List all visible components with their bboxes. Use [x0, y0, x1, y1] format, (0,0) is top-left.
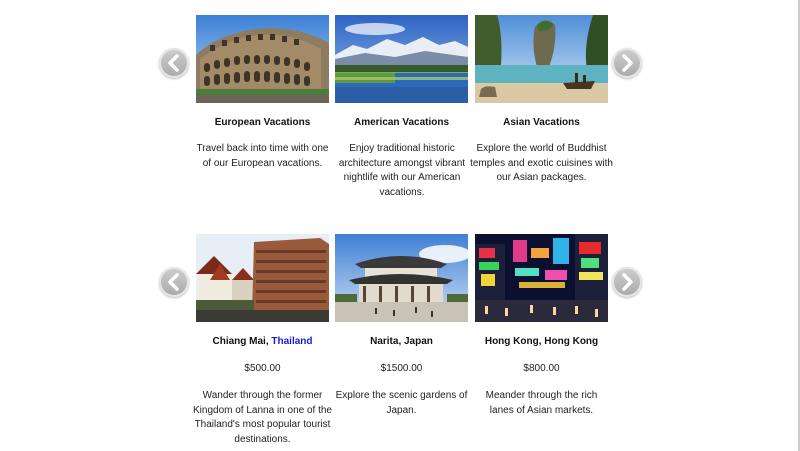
- card-description: Wander through the former Kingdom of Lan…: [193, 390, 332, 445]
- chevron-left-icon: [168, 54, 179, 72]
- chevron-right-icon: [622, 54, 633, 72]
- card-description: Explore the scenic gardens of Japan.: [335, 390, 468, 416]
- card-title: European Vacations: [214, 117, 311, 128]
- vacation-card-european: European Vacations Travel back into time…: [196, 15, 329, 171]
- card-title: Hong Kong, Hong Kong: [484, 336, 599, 347]
- japanese-temple-photo[interactable]: [335, 234, 468, 322]
- price: $1500.00: [380, 363, 423, 374]
- colosseum-photo[interactable]: [196, 15, 329, 103]
- chevron-left-icon: [168, 273, 179, 291]
- title-text: Chiang Mai,: [212, 336, 272, 347]
- limestone-islands-photo[interactable]: [475, 15, 608, 103]
- hong-kong-night-street-photo[interactable]: [475, 234, 608, 322]
- price: $500.00: [244, 363, 281, 374]
- price: $800.00: [523, 363, 560, 374]
- destination-card-chiang-mai: Chiang Mai, Thailand $500.00 Wander thro…: [193, 234, 332, 447]
- carousel-next-button[interactable]: [612, 48, 642, 78]
- vacation-card-asian: Asian Vacations Explore the world of Bud…: [470, 15, 613, 186]
- card-description: Meander through the rich lanes of Asian …: [485, 390, 598, 416]
- carousel-prev-button[interactable]: [159, 48, 189, 78]
- chiang-mai-temple-photo[interactable]: [196, 234, 329, 322]
- card-title: American Vacations: [353, 117, 450, 128]
- mountain-lake-photo[interactable]: [335, 15, 468, 103]
- thailand-link[interactable]: Thailand: [271, 336, 312, 347]
- card-title: Asian Vacations: [503, 117, 580, 128]
- card-description: Explore the world of Buddhist temples an…: [470, 143, 613, 184]
- card-description: Enjoy traditional historic architecture …: [338, 143, 466, 198]
- card-title: Chiang Mai, Thailand: [196, 335, 329, 349]
- carousel-prev-button[interactable]: [159, 267, 189, 297]
- card-title: Narita, Japan: [370, 336, 433, 347]
- chevron-right-icon: [622, 273, 633, 291]
- vacation-card-american: American Vacations Enjoy traditional his…: [335, 15, 468, 200]
- carousel-next-button[interactable]: [612, 267, 642, 297]
- destination-card-hong-kong: Hong Kong, Hong Kong $800.00 Meander thr…: [475, 234, 608, 418]
- destination-card-narita: Narita, Japan $1500.00 Explore the sceni…: [335, 234, 468, 418]
- card-description: Travel back into time with one of our Eu…: [196, 143, 329, 169]
